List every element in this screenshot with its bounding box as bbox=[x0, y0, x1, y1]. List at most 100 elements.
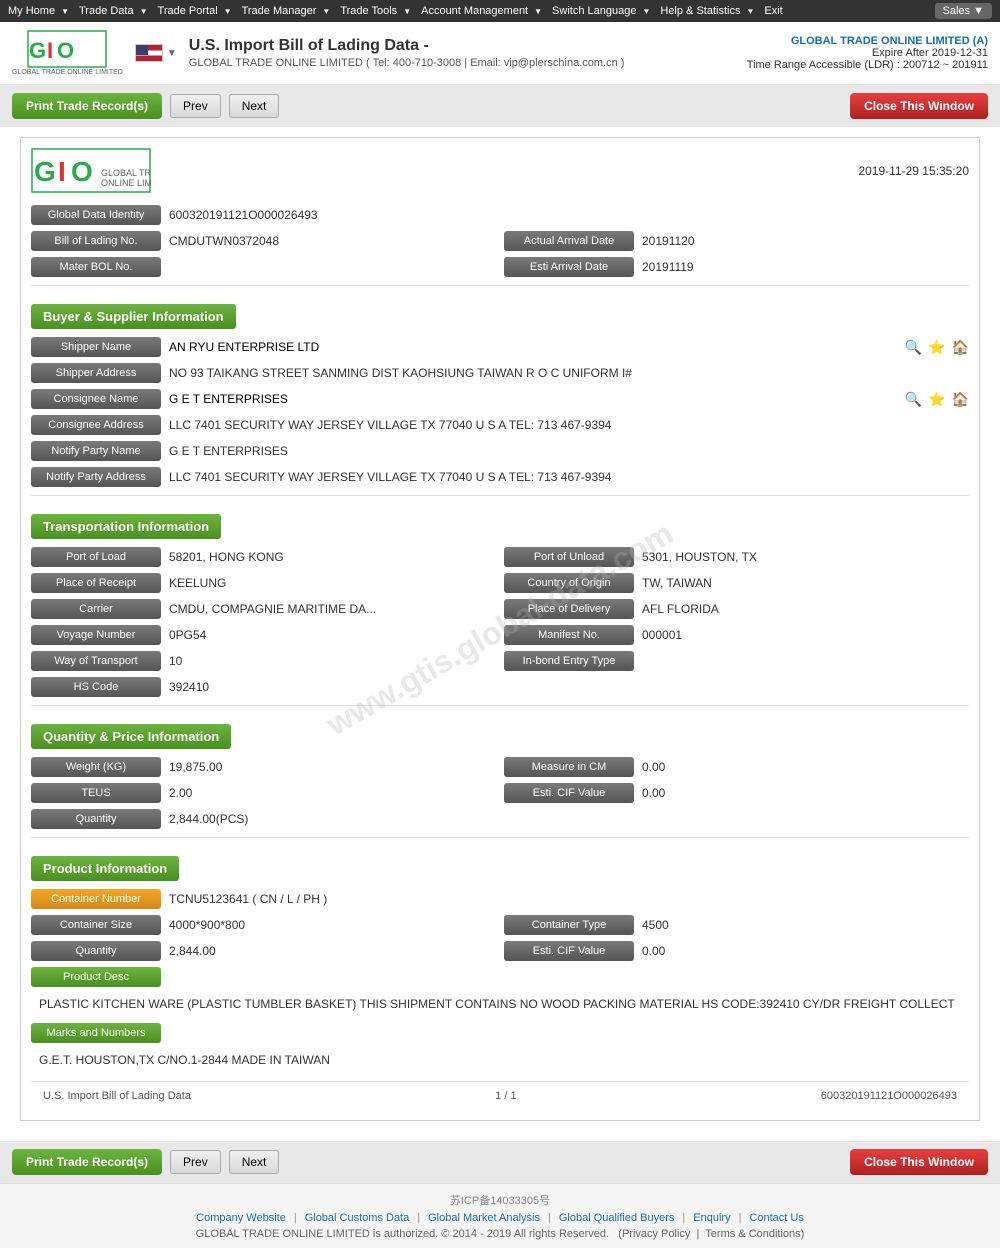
consignee-home-icon[interactable]: 🏠 bbox=[952, 391, 969, 408]
next-button-bottom[interactable]: Next bbox=[229, 1150, 280, 1174]
footer-link-customs[interactable]: Global Customs Data bbox=[305, 1212, 410, 1224]
consignee-search-icon[interactable]: 🔍 bbox=[905, 391, 922, 408]
next-button-top[interactable]: Next bbox=[229, 94, 280, 118]
port-load-value: 58201, HONG KONG bbox=[169, 550, 496, 564]
svg-text:I: I bbox=[58, 156, 66, 187]
place-receipt-label: Place of Receipt bbox=[31, 573, 161, 593]
print-button-bottom[interactable]: Print Trade Record(s) bbox=[12, 1149, 162, 1175]
transport-inbond-row: Way of Transport 10 In-bond Entry Type bbox=[31, 651, 969, 671]
flag-selector[interactable]: ▼ bbox=[135, 44, 177, 62]
carrier-value: CMDU, COMPAGNIE MARITIME DA... bbox=[169, 602, 496, 616]
nav-tradedata[interactable]: Trade Data▼ bbox=[79, 5, 148, 17]
measure-value: 0.00 bbox=[642, 760, 969, 774]
record-header: G I O GLOBAL TRADE ONLINE LIMITED 2019-1… bbox=[31, 148, 969, 193]
container-type-value: 4500 bbox=[642, 918, 969, 932]
nav-accountmgmt[interactable]: Account Management▼ bbox=[421, 5, 542, 17]
site-footer: 苏ICP备14033305号 Company Website | Global … bbox=[0, 1183, 1000, 1248]
nav-tradeportal[interactable]: Trade Portal▼ bbox=[158, 5, 232, 17]
page-title: U.S. Import Bill of Lading Data - bbox=[189, 37, 747, 55]
nav-myhome[interactable]: My Home▼ bbox=[8, 5, 69, 17]
record-footer-left: U.S. Import Bill of Lading Data bbox=[43, 1090, 191, 1102]
close-button-bottom[interactable]: Close This Window bbox=[850, 1149, 988, 1175]
esti-arrival-col: Esti Arrival Date 20191119 bbox=[504, 257, 969, 277]
country-origin-value: TW, TAIWAN bbox=[642, 576, 969, 590]
shipper-address-row: Shipper Address NO 93 TAIKANG STREET SAN… bbox=[31, 363, 969, 383]
marks-label: Marks and Numbers bbox=[31, 1023, 161, 1043]
company-contact-info: GLOBAL TRADE ONLINE LIMITED ( Tel: 400-7… bbox=[189, 57, 747, 69]
master-bol-esti-row: Mater BOL No. Esti Arrival Date 20191119 bbox=[31, 257, 969, 277]
nav-tradetools[interactable]: Trade Tools▼ bbox=[340, 5, 411, 17]
notify-party-name-row: Notify Party Name G E T ENTERPRISES bbox=[31, 441, 969, 461]
footer-link-market[interactable]: Global Market Analysis bbox=[428, 1212, 540, 1224]
page-header: G I O GLOBAL TRADE ONLINE LIMITED ▼ U.S.… bbox=[0, 22, 1000, 85]
svg-text:O: O bbox=[57, 38, 74, 63]
terms-link[interactable]: Terms & Conditions bbox=[705, 1228, 800, 1240]
esti-cif-label: Esti. CIF Value bbox=[504, 783, 634, 803]
nav-trademanager[interactable]: Trade Manager▼ bbox=[242, 5, 331, 17]
container-number-value: TCNU5123641 ( CN / L / PH ) bbox=[169, 892, 969, 906]
notify-party-address-row: Notify Party Address LLC 7401 SECURITY W… bbox=[31, 467, 969, 487]
qty-price-section-header: Quantity & Price Information bbox=[31, 724, 231, 749]
marks-row: Marks and Numbers bbox=[31, 1023, 969, 1043]
prev-button-bottom[interactable]: Prev bbox=[170, 1150, 221, 1174]
actual-arrival-col: Actual Arrival Date 20191120 bbox=[504, 231, 969, 251]
way-transport-value: 10 bbox=[169, 654, 496, 668]
actual-arrival-value: 20191120 bbox=[642, 234, 969, 248]
footer-link-company[interactable]: Company Website bbox=[196, 1212, 286, 1224]
qty-label: Quantity bbox=[31, 809, 161, 829]
consignee-address-row: Consignee Address LLC 7401 SECURITY WAY … bbox=[31, 415, 969, 435]
search-icon[interactable]: 🔍 bbox=[905, 339, 922, 356]
place-receipt-country-row: Place of Receipt KEELUNG Country of Orig… bbox=[31, 573, 969, 593]
notify-party-address-label: Notify Party Address bbox=[31, 467, 161, 487]
footer-link-enquiry[interactable]: Enquiry bbox=[693, 1212, 730, 1224]
nav-helpstats[interactable]: Help & Statistics▼ bbox=[660, 5, 754, 17]
record-footer-center: 1 / 1 bbox=[495, 1090, 516, 1102]
notify-party-address-value: LLC 7401 SECURITY WAY JERSEY VILLAGE TX … bbox=[169, 470, 969, 484]
shipper-name-row: Shipper Name AN RYU ENTERPRISE LTD 🔍 ⭐ 🏠 bbox=[31, 337, 969, 357]
star-icon[interactable]: ⭐ bbox=[928, 339, 945, 356]
voyage-number-label: Voyage Number bbox=[31, 625, 161, 645]
svg-text:G: G bbox=[29, 38, 46, 63]
nav-exit[interactable]: Exit bbox=[764, 5, 786, 17]
consignee-name-field: G E T ENTERPRISES 🔍 ⭐ 🏠 bbox=[169, 391, 969, 408]
footer-link-contact[interactable]: Contact Us bbox=[749, 1212, 803, 1224]
bol-col: Bill of Lading No. CMDUTWN0372048 bbox=[31, 231, 496, 251]
bol-arrival-row: Bill of Lading No. CMDUTWN0372048 Actual… bbox=[31, 231, 969, 251]
container-number-row: Container Number TCNU5123641 ( CN / L / … bbox=[31, 889, 969, 909]
svg-text:I: I bbox=[47, 38, 53, 63]
place-receipt-value: KEELUNG bbox=[169, 576, 496, 590]
weight-measure-row: Weight (KG) 19,875.00 Measure in CM 0.00 bbox=[31, 757, 969, 777]
product-qty-label: Quantity bbox=[31, 941, 161, 961]
product-section-header: Product Information bbox=[31, 856, 179, 881]
container-type-label: Container Type bbox=[504, 915, 634, 935]
weight-label: Weight (KG) bbox=[31, 757, 161, 777]
country-origin-label: Country of Origin bbox=[504, 573, 634, 593]
svg-text:ONLINE LIMITED: ONLINE LIMITED bbox=[101, 178, 151, 188]
nav-switchlang[interactable]: Switch Language▼ bbox=[552, 5, 650, 17]
esti-arrival-label: Esti Arrival Date bbox=[504, 257, 634, 277]
close-button-top[interactable]: Close This Window bbox=[850, 93, 988, 119]
sales-button[interactable]: Sales ▼ bbox=[935, 3, 992, 19]
logo-area: G I O GLOBAL TRADE ONLINE LIMITED bbox=[12, 30, 123, 76]
product-desc-row: Product Desc bbox=[31, 967, 969, 987]
print-button-top[interactable]: Print Trade Record(s) bbox=[12, 93, 162, 119]
main-content: G I O GLOBAL TRADE ONLINE LIMITED 2019-1… bbox=[0, 127, 1000, 1141]
privacy-policy-link[interactable]: Privacy Policy bbox=[622, 1228, 690, 1240]
voyage-manifest-row: Voyage Number 0PG54 Manifest No. 000001 bbox=[31, 625, 969, 645]
footer-link-buyers[interactable]: Global Qualified Buyers bbox=[559, 1212, 675, 1224]
bol-label: Bill of Lading No. bbox=[31, 231, 161, 251]
home-icon[interactable]: 🏠 bbox=[952, 339, 969, 356]
prev-button-top[interactable]: Prev bbox=[170, 94, 221, 118]
esti-arrival-value: 20191119 bbox=[642, 260, 969, 274]
notify-party-name-value: G E T ENTERPRISES bbox=[169, 444, 969, 458]
account-name: GLOBAL TRADE ONLINE LIMITED (A) bbox=[747, 35, 988, 47]
flag-dropdown-arrow[interactable]: ▼ bbox=[167, 48, 177, 59]
consignee-star-icon[interactable]: ⭐ bbox=[928, 391, 945, 408]
product-desc-label: Product Desc bbox=[31, 967, 161, 987]
toolbar-bottom: Print Trade Record(s) Prev Next Close Th… bbox=[0, 1141, 1000, 1183]
expire-date: Expire After 2019-12-31 bbox=[747, 47, 988, 59]
toolbar-top: Print Trade Record(s) Prev Next Close Th… bbox=[0, 85, 1000, 127]
esti-cif-value: 0.00 bbox=[642, 786, 969, 800]
teus-cif-row: TEUS 2.00 Esti. CIF Value 0.00 bbox=[31, 783, 969, 803]
global-data-identity-label: Global Data Identity bbox=[31, 205, 161, 225]
